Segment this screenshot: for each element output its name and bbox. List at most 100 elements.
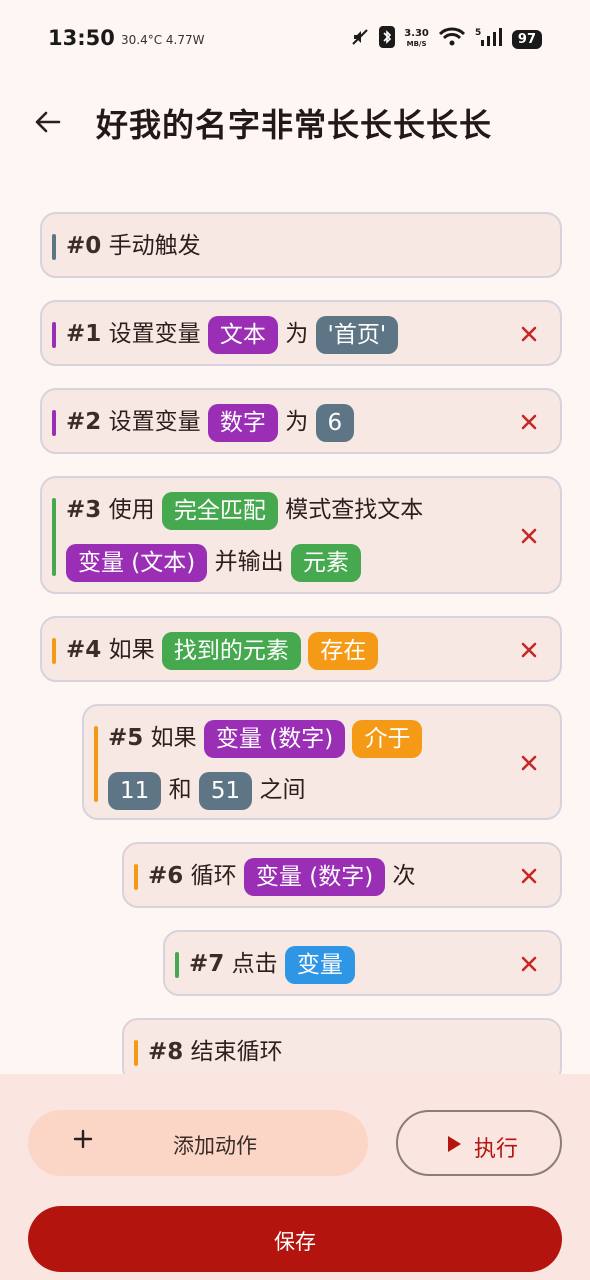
action-card-4[interactable]: #4 如果 找到的元素 存在 — [40, 616, 562, 682]
action-word: 为 — [285, 409, 309, 435]
wifi-icon — [438, 27, 466, 51]
variable-chip[interactable]: 文本 — [207, 315, 278, 354]
action-indent-bar — [52, 638, 56, 664]
action-number: #1 — [66, 321, 102, 347]
delete-action-button[interactable] — [516, 637, 542, 663]
action-number: #7 — [189, 951, 225, 977]
action-word: 结束循环 — [190, 1039, 283, 1065]
action-number: #0 — [66, 233, 102, 259]
network-speed-unit: MB/S — [406, 40, 427, 48]
bottom-action-area: 添加动作 执行 保存 — [0, 1074, 590, 1280]
delete-action-button[interactable] — [516, 951, 542, 977]
action-word: 和 — [168, 777, 192, 803]
value-chip[interactable]: 51 — [198, 771, 253, 810]
condition-subject-chip[interactable]: 找到的元素 — [161, 631, 301, 670]
action-word: 如果 — [108, 637, 155, 663]
close-icon — [521, 326, 537, 342]
action-text: #6 循环 变量 (数字) 次 — [148, 850, 500, 902]
condition-operator-chip[interactable]: 介于 — [352, 719, 423, 758]
action-number: #4 — [66, 637, 102, 663]
value-chip[interactable]: 11 — [108, 771, 162, 810]
arrow-left-icon — [35, 111, 61, 133]
delete-action-button[interactable] — [516, 409, 542, 435]
action-number: #3 — [66, 497, 102, 523]
action-number: #6 — [148, 863, 184, 889]
action-word: 次 — [392, 863, 416, 889]
add-action-button[interactable]: 添加动作 — [28, 1110, 368, 1176]
match-mode-chip[interactable]: 完全匹配 — [161, 491, 278, 530]
action-card-0[interactable]: #0 手动触发 — [40, 212, 562, 278]
action-word: 为 — [285, 321, 309, 347]
action-indent-bar — [134, 864, 138, 890]
action-card-7[interactable]: #7 点击 变量 — [163, 930, 562, 996]
action-text: #0 手动触发 — [66, 220, 500, 272]
condition-operator-chip[interactable]: 存在 — [308, 631, 379, 670]
app-bar: 好我的名字非常长长长长长 — [0, 90, 590, 154]
close-icon — [521, 868, 537, 884]
action-word: 模式查找文本 — [285, 497, 424, 523]
action-card-3[interactable]: #3 使用 完全匹配 模式查找文本 变量 (文本) 并输出 元素 — [40, 476, 562, 594]
run-label: 执行 — [474, 1137, 519, 1162]
back-button[interactable] — [24, 98, 72, 146]
close-icon — [521, 642, 537, 658]
action-indent-bar — [52, 498, 56, 576]
output-chip[interactable]: 元素 — [290, 543, 361, 582]
variable-chip[interactable]: 数字 — [207, 403, 278, 442]
bluetooth-icon — [379, 26, 396, 52]
action-indent-bar — [134, 1040, 138, 1066]
status-icons: 3.30 MB/S 5 97 — [350, 26, 542, 52]
action-indent-bar — [175, 952, 179, 978]
network-speed-value: 3.30 — [404, 28, 429, 39]
status-temp-power: 30.4°C 4.77W — [121, 33, 205, 47]
delete-action-button[interactable] — [516, 750, 542, 776]
action-word: 循环 — [190, 863, 237, 889]
action-indent-bar — [52, 234, 56, 260]
action-text: #4 如果 找到的元素 存在 — [66, 624, 500, 676]
action-indent-bar — [52, 322, 56, 348]
variable-chip[interactable]: 变量 (文本) — [66, 543, 208, 582]
save-button[interactable]: 保存 — [28, 1206, 562, 1272]
action-word: 并输出 — [214, 549, 284, 575]
action-word: 之间 — [259, 777, 306, 803]
action-text: #3 使用 完全匹配 模式查找文本 变量 (文本) 并输出 元素 — [66, 484, 500, 588]
action-card-6[interactable]: #6 循环 变量 (数字) 次 — [122, 842, 562, 908]
status-bar: 13:50 30.4°C 4.77W 3.30 MB/S 5 97 — [0, 0, 590, 76]
action-text: #2 设置变量 数字 为 6 — [66, 396, 500, 448]
target-chip[interactable]: 变量 — [284, 945, 355, 984]
action-card-5[interactable]: #5 如果 变量 (数字) 介于 11 和 51 之间 — [82, 704, 562, 820]
close-icon — [521, 755, 537, 771]
page-title: 好我的名字非常长长长长长 — [96, 106, 493, 144]
action-card-2[interactable]: #2 设置变量 数字 为 6 — [40, 388, 562, 454]
action-number: #2 — [66, 409, 102, 435]
action-text: #7 点击 变量 — [189, 938, 500, 990]
action-word: 设置变量 — [108, 321, 201, 347]
svg-text:5: 5 — [475, 28, 481, 38]
network-speed: 3.30 MB/S — [404, 29, 429, 49]
action-number: #5 — [108, 725, 144, 751]
close-icon — [521, 528, 537, 544]
action-text: #5 如果 变量 (数字) 介于 11 和 51 之间 — [108, 712, 500, 816]
variable-chip[interactable]: 变量 (数字) — [203, 719, 346, 758]
action-word: 手动触发 — [108, 233, 201, 259]
save-label: 保存 — [274, 1230, 316, 1254]
action-indent-bar — [94, 726, 98, 802]
add-action-label: 添加动作 — [173, 1134, 257, 1158]
close-icon — [521, 956, 537, 972]
action-text: #8 结束循环 — [148, 1026, 500, 1078]
delete-action-button[interactable] — [516, 523, 542, 549]
run-button[interactable]: 执行 — [396, 1110, 562, 1176]
signal-icon: 5 — [475, 26, 503, 52]
value-chip[interactable]: 6 — [315, 403, 355, 442]
delete-action-button[interactable] — [516, 321, 542, 347]
close-icon — [521, 414, 537, 430]
plus-icon — [72, 1128, 94, 1154]
value-chip[interactable]: '首页' — [315, 315, 399, 354]
variable-chip[interactable]: 变量 (数字) — [243, 857, 386, 896]
action-number: #8 — [148, 1039, 184, 1065]
play-icon — [446, 1135, 462, 1157]
battery-indicator: 97 — [511, 29, 542, 49]
action-card-1[interactable]: #1 设置变量 文本 为 '首页' — [40, 300, 562, 366]
action-word: 点击 — [231, 951, 278, 977]
action-indent-bar — [52, 410, 56, 436]
delete-action-button[interactable] — [516, 863, 542, 889]
